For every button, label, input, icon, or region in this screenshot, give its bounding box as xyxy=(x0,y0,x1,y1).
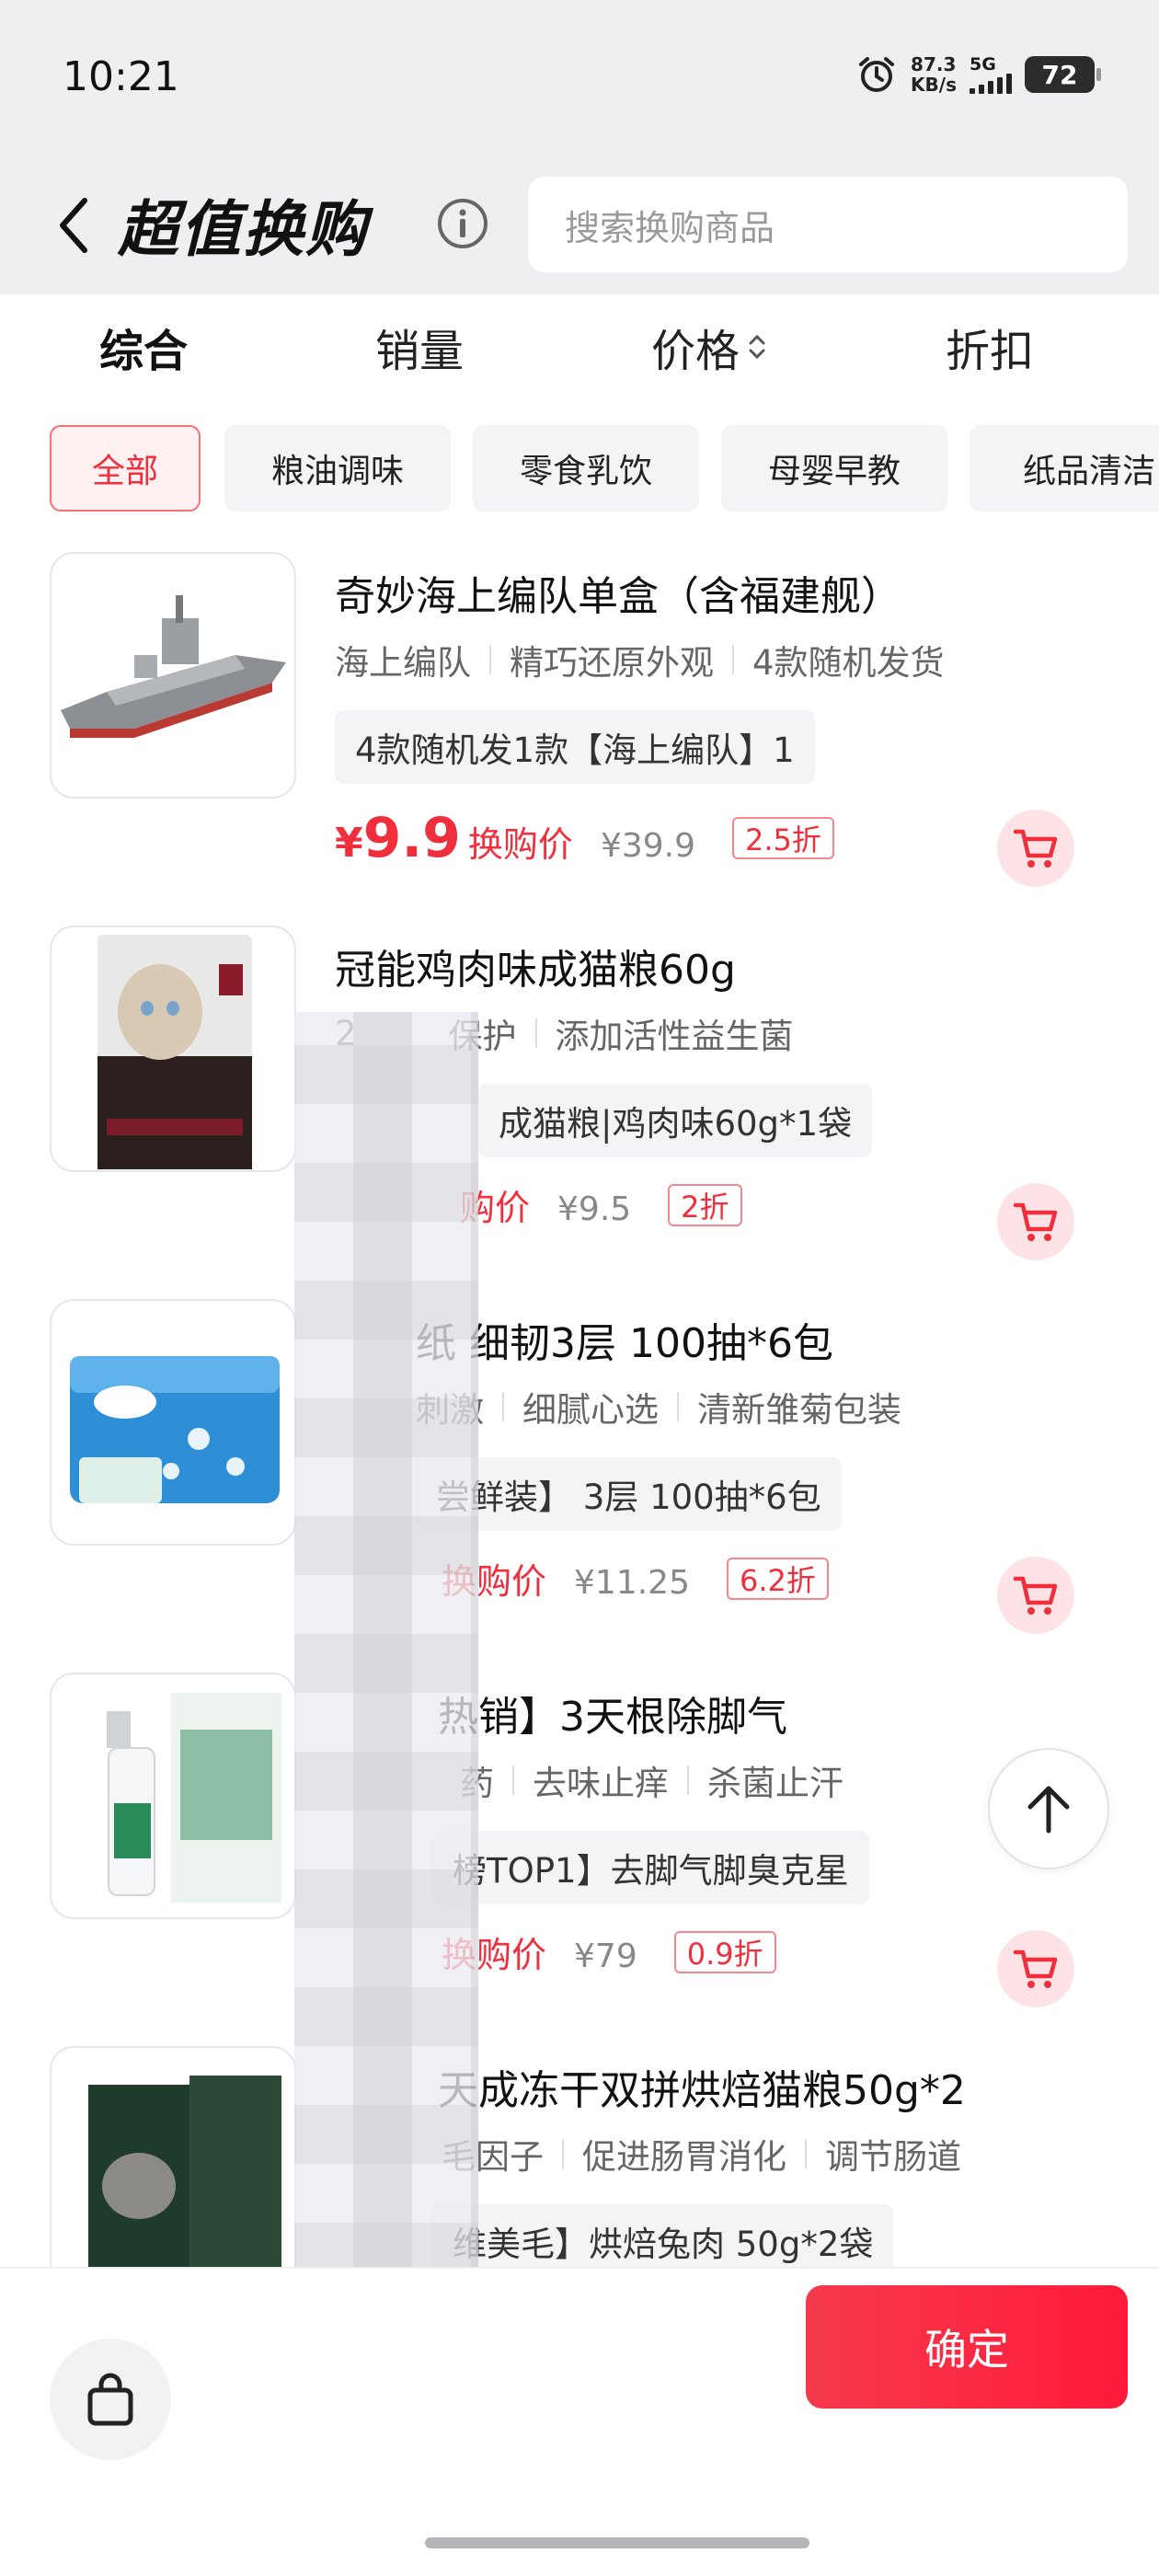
status-time: 10:21 xyxy=(63,53,179,100)
product-spec[interactable]: 4款随机发1款【海上编队】1 xyxy=(335,710,815,784)
tab-overall-label: 综合 xyxy=(99,326,189,377)
add-to-cart-button[interactable] xyxy=(997,810,1074,887)
product-price: ¥ 9.9 换购价 ¥39.9 2.5折 xyxy=(335,806,834,870)
home-indicator[interactable] xyxy=(425,2537,809,2548)
page-title: 超值换购 xyxy=(118,194,368,265)
product-tag: 4款随机发货 xyxy=(752,643,945,683)
product-spec[interactable]: 成猫粮|鸡肉味60g*1袋 xyxy=(478,1084,873,1157)
product-tag: 去味止痒 xyxy=(533,1764,669,1803)
chip-baby[interactable]: 母婴早教 xyxy=(721,425,947,512)
original-price: ¥39.9 xyxy=(600,827,695,865)
product-price: 换购价 ¥11.25 6.2折 xyxy=(442,1553,829,1604)
tab-discount[interactable]: 折扣 xyxy=(946,315,1034,379)
price-value: 9.9 xyxy=(362,806,461,870)
tab-sales-label: 销量 xyxy=(375,326,465,377)
header: 超值换购 搜索换购商品 xyxy=(0,156,1159,294)
add-to-cart-button[interactable] xyxy=(997,1930,1074,2007)
confirm-button[interactable]: 确定 xyxy=(806,2285,1128,2409)
info-icon[interactable] xyxy=(436,197,489,250)
sort-arrows-icon xyxy=(749,334,765,360)
cart-icon xyxy=(1013,1949,1058,1988)
product-price: 购价 ¥9.5 2折 xyxy=(460,1179,742,1230)
network-type: 5G xyxy=(970,54,996,75)
discount-badge: 2.5折 xyxy=(732,817,834,859)
product-image-warship xyxy=(50,552,296,799)
product-spec[interactable]: 尝鲜装】 3层 100抽*6包 xyxy=(416,1457,842,1531)
product-spec[interactable]: 榜TOP1】去脚气脚臭克星 xyxy=(432,1831,869,1904)
network-speed-unit: KB/s xyxy=(911,74,957,96)
cart-icon xyxy=(1013,1202,1058,1241)
discount-badge: 6.2折 xyxy=(726,1557,829,1600)
add-to-cart-button[interactable] xyxy=(997,1183,1074,1260)
battery-icon: 72 xyxy=(1025,56,1101,93)
signal-bars-icon xyxy=(970,74,1012,94)
product-tags: 药 去味止痒 杀菌止汗 xyxy=(460,1755,843,1805)
search-placeholder: 搜索换购商品 xyxy=(565,207,775,248)
chip-snacks-drinks[interactable]: 零食乳饮 xyxy=(473,425,699,512)
back-button[interactable] xyxy=(46,184,101,267)
chip-all[interactable]: 全部 xyxy=(50,425,201,512)
original-price: ¥11.25 xyxy=(574,1564,690,1602)
product-card[interactable]: 天成冻干双拼烘焙猫粮50g*2 毛因子 促进肠胃消化 调节肠道 维美毛】烘焙兔肉… xyxy=(0,2037,1159,2267)
network-speed: 87.3 KB/s xyxy=(911,54,957,95)
product-image-spray xyxy=(50,1673,296,1919)
arrow-up-icon xyxy=(1027,1786,1070,1834)
chip-paper-cleaning[interactable]: 纸品清洁 xyxy=(970,425,1159,512)
status-icons: 87.3 KB/s 5G 72 xyxy=(855,53,1101,96)
discount-badge: 0.9折 xyxy=(673,1930,776,1973)
shopping-bag-icon xyxy=(87,2373,133,2426)
scroll-to-top-button[interactable] xyxy=(988,1748,1109,1869)
add-to-cart-button[interactable] xyxy=(997,1557,1074,1634)
tab-discount-label: 折扣 xyxy=(946,326,1035,377)
original-price: ¥9.5 xyxy=(557,1190,632,1228)
search-input[interactable]: 搜索换购商品 xyxy=(528,177,1128,272)
product-title: 冠能鸡肉味成猫粮60g xyxy=(335,947,736,994)
product-price: 换购价 ¥79 0.9折 xyxy=(442,1926,776,1977)
product-tag: 精巧还原外观 xyxy=(510,643,714,683)
shopping-bag-button[interactable] xyxy=(50,2339,171,2460)
product-image-catfood xyxy=(50,926,296,1172)
price-currency: ¥ xyxy=(335,820,363,867)
tab-overall[interactable]: 综合 xyxy=(99,315,188,379)
category-chips: 全部 粮油调味 零食乳饮 母婴早教 纸品清洁 xyxy=(50,425,1159,513)
network-speed-value: 87.3 xyxy=(911,53,957,75)
original-price: ¥79 xyxy=(574,1938,637,1975)
discount-badge: 2折 xyxy=(668,1183,742,1226)
product-tag: 杀菌止汗 xyxy=(707,1764,843,1803)
product-card[interactable]: 奇妙海上编队单盒（含福建舰） 海上编队 精巧还原外观 4款随机发货 4款随机发1… xyxy=(0,543,1159,911)
product-card[interactable]: 热销】3天根除脚气 药 去味止痒 杀菌止汗 榜TOP1】去脚气脚臭克星 换购价 … xyxy=(0,1663,1159,2031)
product-tag: 细腻心选 xyxy=(522,1390,659,1430)
tab-sales[interactable]: 销量 xyxy=(375,315,464,379)
status-bar: 10:21 87.3 KB/s 5G 72 xyxy=(0,0,1159,156)
chip-grain-oil[interactable]: 粮油调味 xyxy=(224,425,451,512)
product-title: 天成冻干双拼烘焙猫粮50g*2 xyxy=(438,2067,966,2114)
product-tags: 毛因子 促进肠胃消化 调节肠道 xyxy=(442,2129,961,2179)
signal-indicator: 5G xyxy=(970,55,1012,94)
product-tag: 添加活性益生菌 xyxy=(555,1017,794,1056)
product-image-catfood xyxy=(50,2046,296,2267)
price-label: 换购价 xyxy=(467,824,573,865)
product-card[interactable]: 冠能鸡肉味成猫粮60g 2 保护 添加活性益生菌 成猫粮|鸡肉味60g*1袋 购… xyxy=(0,916,1159,1284)
product-tag: 促进肠胃消化 xyxy=(582,2137,786,2177)
product-card[interactable]: 纸 细韧3层 100抽*6包 刺激 细腻心选 清新雏菊包装 尝鲜装】 3层 10… xyxy=(0,1290,1159,1658)
product-tag: 调节肠道 xyxy=(825,2137,961,2177)
tab-price[interactable]: 价格 xyxy=(651,315,767,379)
sort-tabs: 综合 销量 价格 折扣 xyxy=(0,294,1159,405)
chevron-left-icon xyxy=(60,198,87,253)
cart-icon xyxy=(1013,1576,1058,1615)
product-image-tissue xyxy=(50,1299,296,1546)
product-title: 奇妙海上编队单盒（含福建舰） xyxy=(335,573,901,620)
battery-level: 72 xyxy=(1041,59,1078,90)
cart-icon xyxy=(1013,829,1058,868)
alarm-icon xyxy=(859,57,895,92)
bottom-bar: 确定 xyxy=(0,2267,1159,2576)
product-tag: 海上编队 xyxy=(335,643,471,683)
product-spec[interactable]: 维美毛】烘焙兔肉 50g*2袋 xyxy=(432,2204,894,2267)
product-tags: 海上编队 精巧还原外观 4款随机发货 xyxy=(335,635,945,684)
product-title: 纸 细韧3层 100抽*6包 xyxy=(416,1320,833,1367)
product-title: 热销】3天根除脚气 xyxy=(438,1694,787,1741)
product-tag: 清新雏菊包装 xyxy=(697,1390,901,1430)
tab-price-label: 价格 xyxy=(651,326,740,377)
product-tags: 刺激 细腻心选 清新雏菊包装 xyxy=(416,1382,901,1432)
